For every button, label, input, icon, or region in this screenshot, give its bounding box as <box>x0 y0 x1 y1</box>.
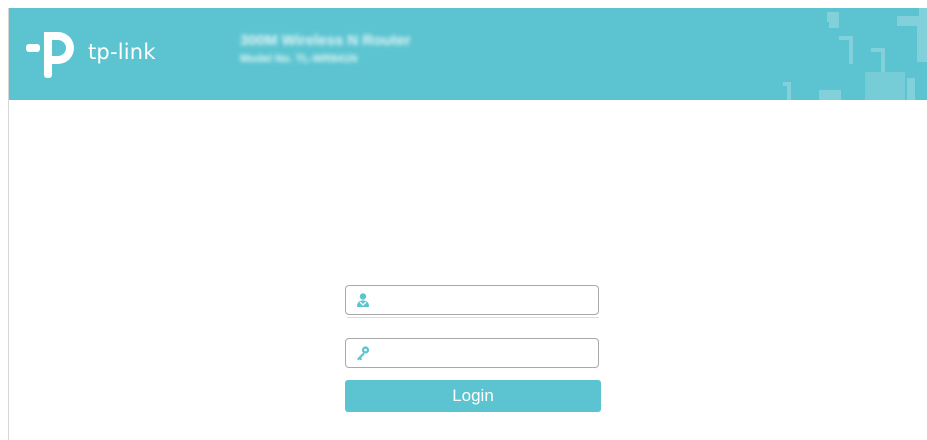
model-info: 300M Wireless N Router Model No. TL-WR84… <box>240 32 411 65</box>
username-input[interactable] <box>378 289 592 311</box>
password-field[interactable] <box>345 338 599 368</box>
model-number: Model No. TL-WR841N <box>240 53 358 65</box>
login-page: tp-link 300M Wireless N Router Model No.… <box>0 0 927 440</box>
tp-link-logo-icon <box>26 32 74 78</box>
model-name: 300M Wireless N Router <box>240 32 411 49</box>
decorative-pattern <box>783 8 927 100</box>
user-icon <box>357 293 369 307</box>
header-banner: tp-link 300M Wireless N Router Model No.… <box>9 8 927 100</box>
brand-logo: tp-link <box>24 30 184 80</box>
brand-name: tp-link <box>88 40 156 64</box>
key-icon <box>357 346 370 361</box>
password-input[interactable] <box>378 342 592 364</box>
username-field-underline <box>347 317 599 318</box>
username-field[interactable] <box>345 285 599 315</box>
login-button[interactable]: Login <box>345 380 601 412</box>
